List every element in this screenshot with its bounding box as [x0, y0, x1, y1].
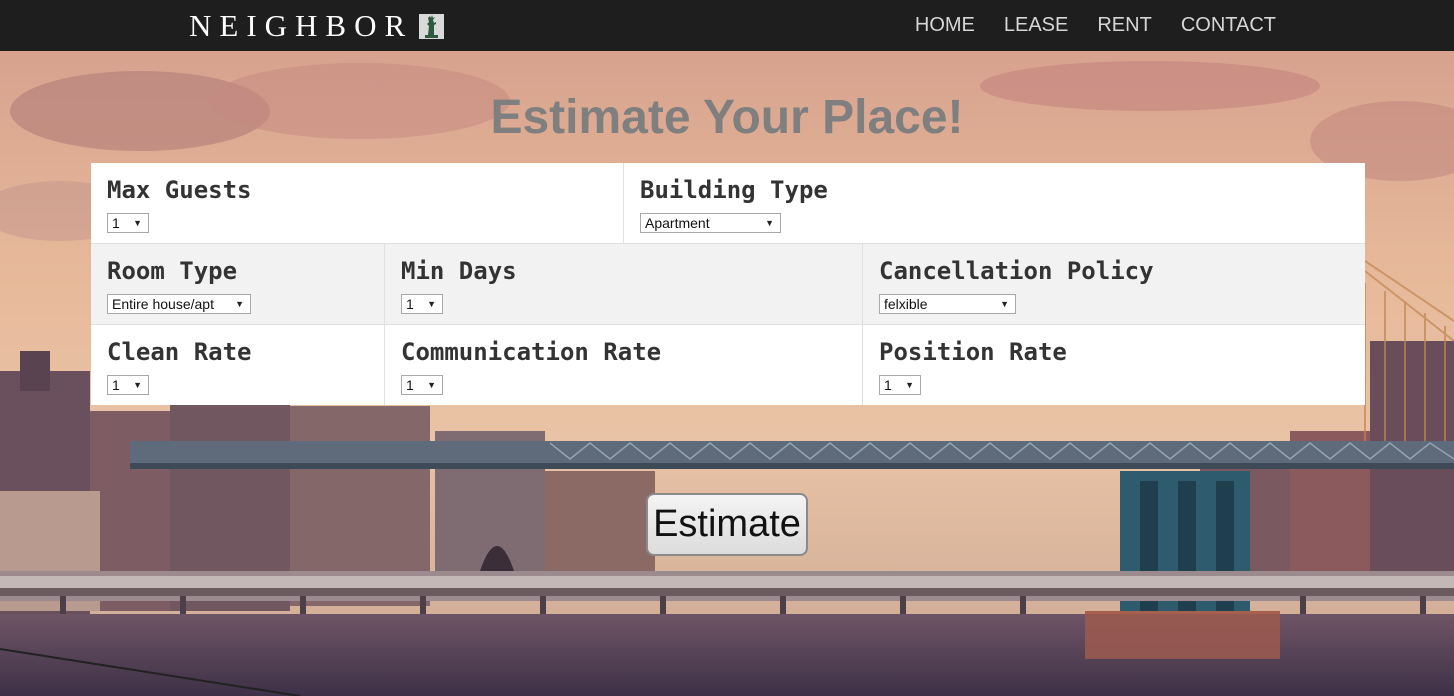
brand-logo-link[interactable]: NEIGHBOR	[189, 6, 445, 46]
position-rate-label: Position Rate	[879, 338, 1067, 366]
building-type-label: Building Type	[640, 176, 828, 204]
nav-rent-link[interactable]: RENT	[1097, 14, 1151, 37]
clean-rate-field: Clean Rate 1 ▼	[91, 325, 385, 405]
chevron-down-icon: ▼	[133, 218, 142, 228]
min-days-select[interactable]: 1 ▼	[401, 294, 443, 314]
max-guests-field: Max Guests 1 ▼	[91, 163, 624, 243]
chevron-down-icon: ▼	[235, 299, 244, 309]
chevron-down-icon: ▼	[133, 380, 142, 390]
brand-name: NEIGHBOR	[189, 8, 414, 43]
room-type-value: Entire house/apt	[112, 296, 214, 312]
clean-rate-select[interactable]: 1 ▼	[107, 375, 149, 395]
form-row: Max Guests 1 ▼ Building Type Apartment ▼	[91, 163, 1365, 244]
cancellation-policy-field: Cancellation Policy felxible ▼	[863, 244, 1365, 324]
top-navbar: NEIGHBOR HOME LEASE RENT CONTACT	[0, 0, 1454, 51]
main-nav: HOME LEASE RENT CONTACT	[886, 0, 1276, 51]
cancellation-policy-select[interactable]: felxible ▼	[879, 294, 1016, 314]
min-days-label: Min Days	[401, 257, 517, 285]
clean-rate-value: 1	[112, 377, 120, 393]
max-guests-label: Max Guests	[107, 176, 252, 204]
nav-home-link[interactable]: HOME	[915, 14, 975, 37]
communication-rate-select[interactable]: 1 ▼	[401, 375, 443, 395]
estimate-button[interactable]: Estimate	[646, 493, 808, 556]
form-row: Room Type Entire house/apt ▼ Min Days 1 …	[91, 244, 1365, 325]
min-days-field: Min Days 1 ▼	[385, 244, 863, 324]
position-rate-value: 1	[884, 377, 892, 393]
min-days-value: 1	[406, 296, 414, 312]
position-rate-field: Position Rate 1 ▼	[863, 325, 1365, 405]
max-guests-select[interactable]: 1 ▼	[107, 213, 149, 233]
chevron-down-icon: ▼	[1000, 299, 1009, 309]
page-title: Estimate Your Place!	[490, 91, 964, 144]
form-row: Clean Rate 1 ▼ Communication Rate 1 ▼ Po…	[91, 325, 1365, 405]
room-type-label: Room Type	[107, 257, 238, 285]
nav-lease-link[interactable]: LEASE	[1004, 14, 1068, 37]
communication-rate-field: Communication Rate 1 ▼	[385, 325, 863, 405]
chevron-down-icon: ▼	[427, 380, 436, 390]
communication-rate-value: 1	[406, 377, 414, 393]
max-guests-value: 1	[112, 215, 120, 231]
building-type-select[interactable]: Apartment ▼	[640, 213, 781, 233]
chevron-down-icon: ▼	[765, 218, 774, 228]
estimate-form: Max Guests 1 ▼ Building Type Apartment ▼…	[91, 163, 1365, 405]
statue-of-liberty-icon	[419, 13, 445, 39]
cancellation-policy-label: Cancellation Policy	[879, 257, 1154, 285]
building-type-value: Apartment	[645, 215, 710, 231]
chevron-down-icon: ▼	[427, 299, 436, 309]
position-rate-select[interactable]: 1 ▼	[879, 375, 921, 395]
nav-contact-link[interactable]: CONTACT	[1181, 14, 1276, 37]
chevron-down-icon: ▼	[905, 380, 914, 390]
communication-rate-label: Communication Rate	[401, 338, 662, 366]
room-type-field: Room Type Entire house/apt ▼	[91, 244, 385, 324]
building-type-field: Building Type Apartment ▼	[624, 163, 1365, 243]
clean-rate-label: Clean Rate	[107, 338, 252, 366]
room-type-select[interactable]: Entire house/apt ▼	[107, 294, 251, 314]
cancellation-policy-value: felxible	[884, 296, 928, 312]
